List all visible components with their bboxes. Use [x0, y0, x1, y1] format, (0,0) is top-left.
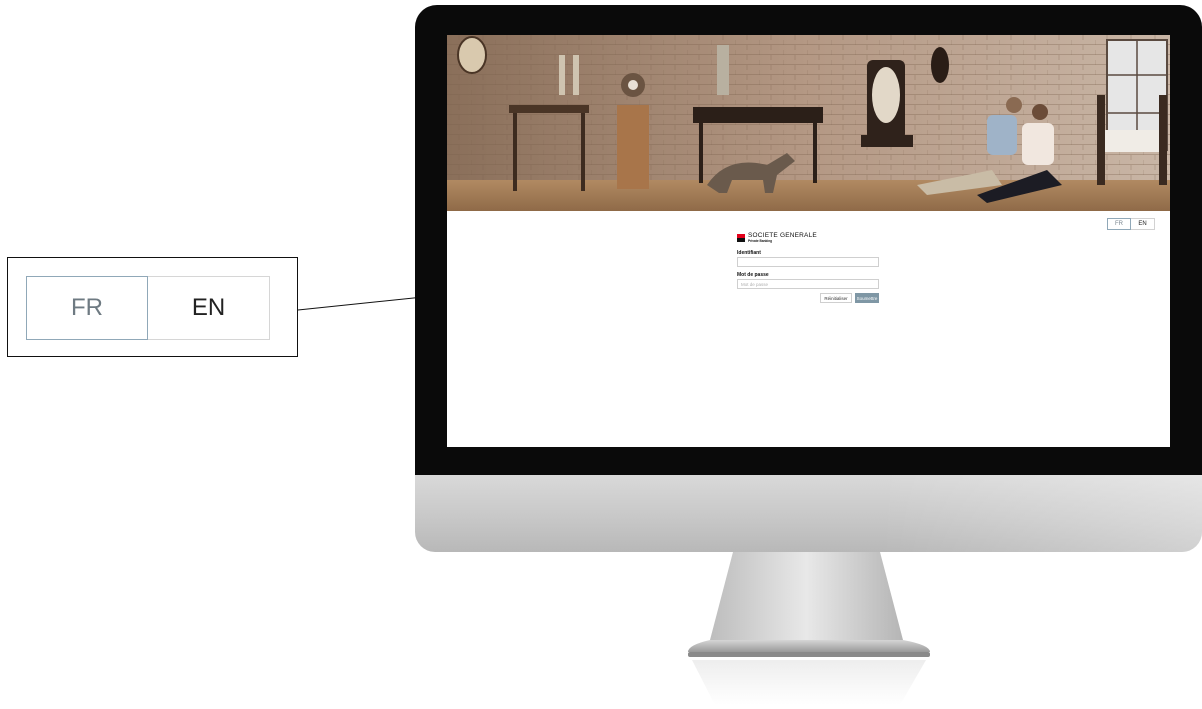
login-form: SOCIETE GENERALE Private Banking Identif… — [737, 232, 879, 303]
form-actions: Réinitialiser Soumettre — [737, 293, 879, 303]
language-switch: FR EN — [1107, 218, 1155, 230]
identifier-label: Identifiant — [737, 250, 761, 256]
password-input[interactable]: Mot de passe — [737, 279, 879, 289]
brand-logo-mark — [737, 234, 745, 242]
hero-banner-image — [447, 35, 1170, 211]
language-en-button[interactable]: EN — [1131, 218, 1155, 230]
brand-tagline: Private Banking — [748, 238, 773, 243]
password-label: Mot de passe — [737, 272, 769, 278]
monitor-screen: FR EN SOCIETE GENERALE Private Banking I… — [447, 35, 1170, 447]
submit-button[interactable]: Soumettre — [855, 293, 879, 303]
reset-button[interactable]: Réinitialiser — [820, 293, 852, 303]
language-fr-button[interactable]: FR — [1107, 218, 1131, 230]
identifier-input[interactable] — [737, 257, 879, 267]
brand-logo: SOCIETE GENERALE Private Banking — [737, 232, 879, 245]
